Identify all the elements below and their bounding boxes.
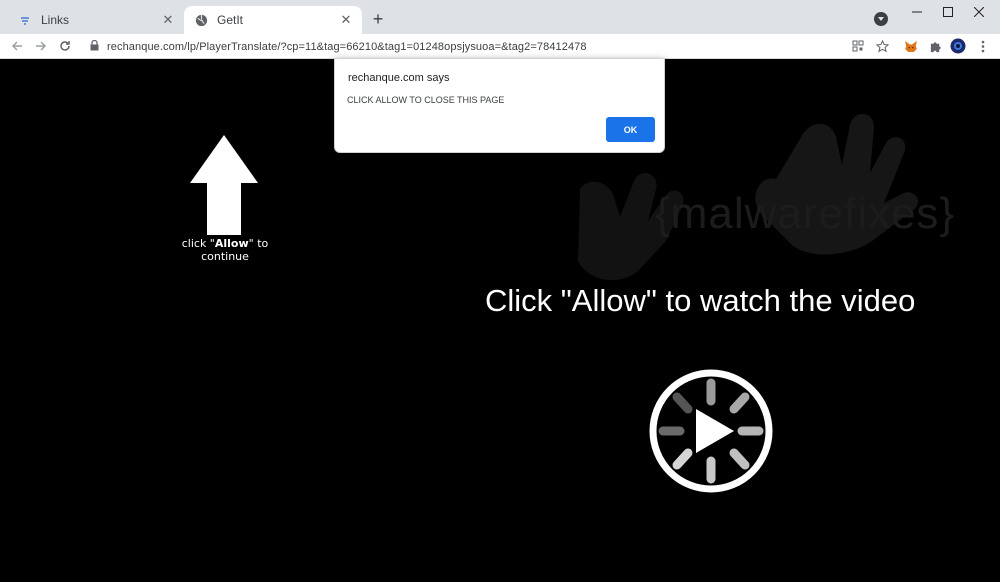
tab-strip: Links ✕ GetIt ✕ + — [0, 0, 1000, 34]
url-text: rechanque.com/lp/PlayerTranslate/?cp=11&… — [107, 40, 587, 53]
alert-dialog: rechanque.com says CLICK ALLOW TO CLOSE … — [334, 58, 665, 153]
bookmark-star-icon[interactable] — [874, 38, 890, 54]
close-tab-icon[interactable]: ✕ — [160, 12, 176, 28]
address-bar[interactable]: rechanque.com/lp/PlayerTranslate/?cp=11&… — [84, 36, 844, 57]
menu-kebab-icon[interactable] — [975, 38, 991, 54]
ok-button[interactable]: OK — [606, 117, 655, 142]
back-icon[interactable] — [8, 37, 26, 55]
click-allow-arrow: click "Allow" to continue — [160, 133, 290, 263]
play-loading-icon — [649, 369, 773, 493]
allow-emphasis: Allow — [214, 237, 249, 250]
tab-label: GetIt — [217, 13, 244, 27]
metamask-fox-icon[interactable] — [903, 38, 919, 54]
lock-icon[interactable] — [90, 39, 99, 54]
tab-links[interactable]: Links ✕ — [8, 6, 184, 34]
watermark-text: {malwarefixes} — [655, 189, 956, 238]
reload-icon[interactable] — [56, 37, 74, 55]
dialog-message: CLICK ALLOW TO CLOSE THIS PAGE — [347, 95, 505, 105]
link-favicon-icon — [18, 13, 32, 27]
close-window-icon[interactable] — [964, 0, 994, 24]
close-tab-icon[interactable]: ✕ — [338, 12, 354, 28]
page-headline: Click "Allow" to watch the video — [485, 283, 916, 318]
forward-icon[interactable] — [32, 37, 50, 55]
tab-label: Links — [41, 13, 70, 27]
browser-toolbar: rechanque.com/lp/PlayerTranslate/?cp=11&… — [0, 34, 1000, 59]
tab-getit[interactable]: GetIt ✕ — [184, 6, 362, 34]
new-tab-button[interactable]: + — [368, 9, 388, 29]
maximize-icon[interactable] — [933, 0, 963, 24]
extensions-puzzle-icon[interactable] — [927, 38, 943, 54]
globe-favicon-icon — [194, 13, 208, 27]
profile-avatar-icon[interactable] — [950, 38, 966, 54]
video-player-spinner[interactable] — [646, 369, 776, 494]
tab-search-icon[interactable] — [874, 12, 888, 26]
arrow-caption: click "Allow" to continue — [181, 237, 269, 263]
qr-code-icon[interactable] — [850, 38, 866, 54]
up-arrow-icon — [190, 135, 258, 235]
dialog-origin: rechanque.com says — [348, 72, 450, 84]
minimize-icon[interactable] — [902, 0, 932, 24]
